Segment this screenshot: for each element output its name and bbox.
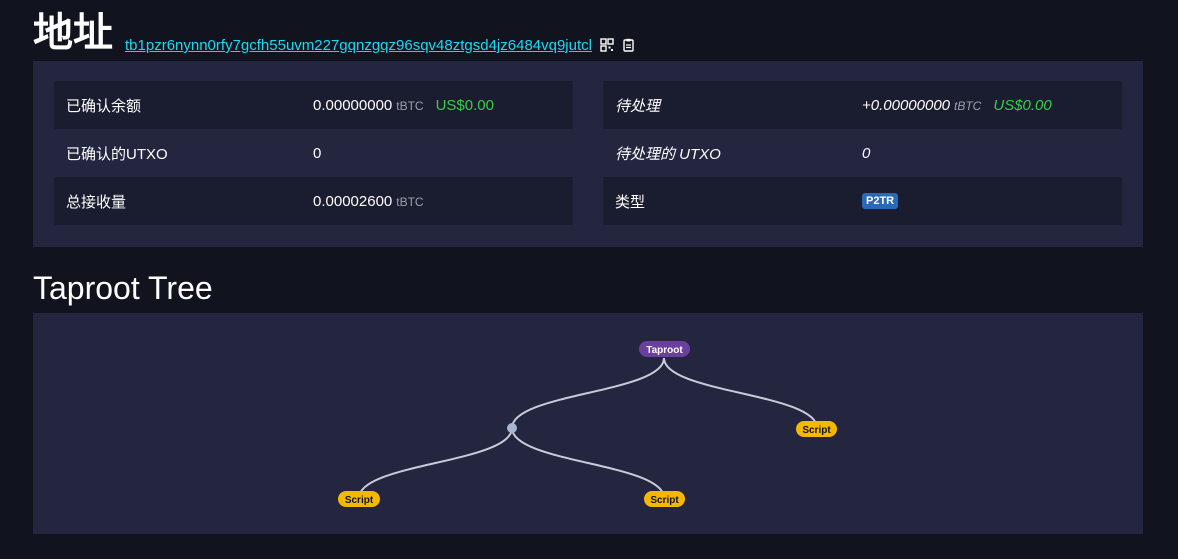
pending-utxo-row: 待处理的 UTXO 0 [603,129,1122,177]
script-leaf-middle-label: Script [650,495,679,506]
confirmed-utxo-row: 已确认的UTXO 0 [54,129,573,177]
confirmed-balance-usd: US$0.00 [435,96,494,114]
copy-icon[interactable] [622,38,636,52]
type-badge: P2TR [862,193,899,209]
confirmed-balance-label: 已确认余额 [66,97,142,115]
edge-root-to-branch [511,357,665,429]
pending-value: +0.00000000 [862,96,951,114]
summary-left-column: 已确认余额 0.00000000 tBTC US$0.00 已确认的UTXO 0… [54,81,573,225]
script-leaf-middle[interactable]: Script [644,491,685,507]
address-link[interactable]: tb1pzr6nynn0rfy7gcfh55uvm227gqnzgqz96sqv… [125,37,592,54]
address-summary-card: 已确认余额 0.00000000 tBTC US$0.00 已确认的UTXO 0… [33,61,1143,247]
script-leaf-left-label: Script [345,495,374,506]
confirmed-utxo-value: 0 [313,144,322,162]
total-received-row: 总接收量 0.00002600 tBTC [54,177,573,225]
summary-right-column: 待处理 +0.00000000 tBTC US$0.00 待处理的 UTXO 0… [603,81,1122,225]
taproot-tree-panel: Taproot Script Script Script [33,313,1143,534]
pending-usd: US$0.00 [993,96,1052,114]
type-label: 类型 [615,193,646,211]
confirmed-balance-row: 已确认余额 0.00000000 tBTC US$0.00 [54,81,573,129]
confirmed-balance-value: 0.00000000 [313,96,393,114]
root-node[interactable]: Taproot [639,341,690,357]
confirmed-balance-unit: tBTC [396,98,424,113]
confirmed-utxo-label: 已确认的UTXO [66,145,168,163]
page-title: 地址 [33,11,113,55]
edge-root-to-leaf-right [663,357,818,429]
branch-node [507,423,517,433]
root-node-label: Taproot [646,345,683,356]
pending-utxo-label: 待处理的 UTXO [615,145,721,163]
pending-unit: tBTC [954,98,982,113]
script-leaf-left[interactable]: Script [338,491,380,507]
taproot-tree-diagram: Taproot Script Script Script [338,341,837,507]
pending-utxo-value: 0 [862,144,871,162]
total-received-value: 0.00002600 [313,192,393,210]
tree-edges [358,357,818,499]
script-leaf-right[interactable]: Script [796,421,837,437]
page-header: 地址 tb1pzr6nynn0rfy7gcfh55uvm227gqnzgqz96… [33,8,636,58]
pending-label: 待处理 [615,97,661,115]
taproot-tree-title: Taproot Tree [33,270,213,306]
edge-branch-to-leaf-middle [511,427,665,499]
edge-branch-to-leaf-left [358,427,513,499]
type-row: 类型 P2TR [603,177,1122,225]
total-received-unit: tBTC [396,194,424,209]
confirmed-balance-value-group: 0.00000000 tBTC US$0.00 [313,97,494,114]
qr-code-icon[interactable] [600,38,614,52]
pending-row: 待处理 +0.00000000 tBTC US$0.00 [603,81,1122,129]
total-received-label: 总接收量 [66,193,127,211]
script-leaf-right-label: Script [802,425,831,436]
